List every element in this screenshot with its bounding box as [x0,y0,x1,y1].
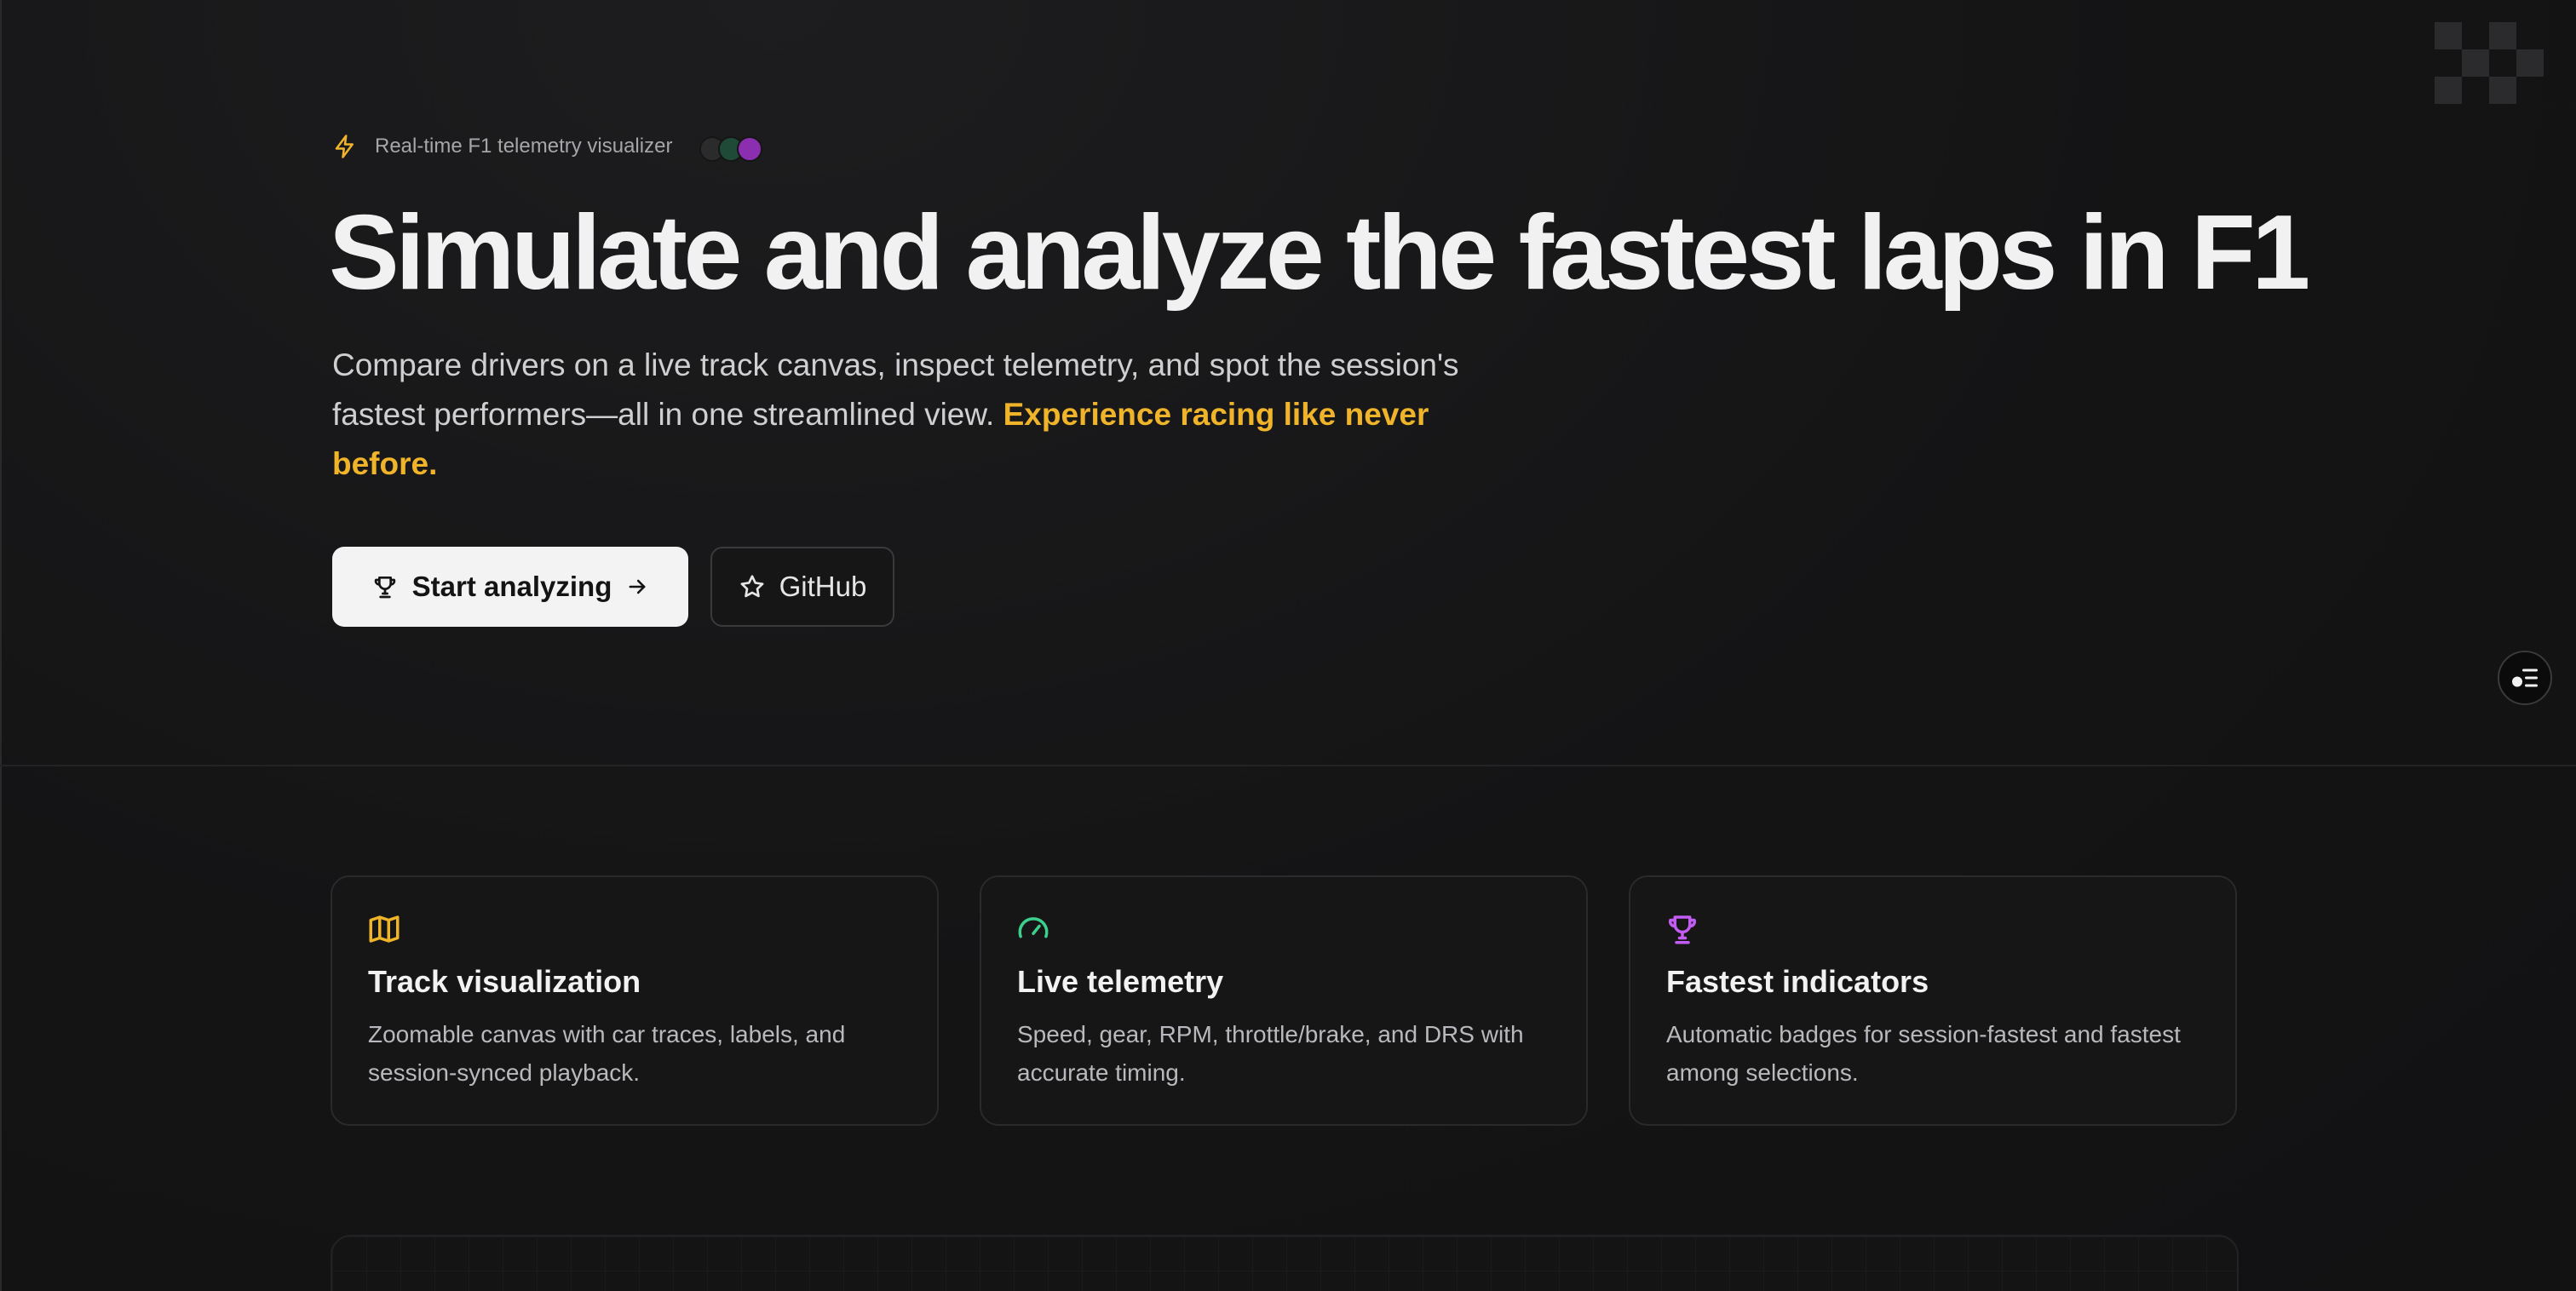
feature-card-fastest-indicators: Fastest indicators Automatic badges for … [1629,875,2237,1126]
github-label: GitHub [779,571,867,602]
team-color-dots [699,133,768,162]
feature-description: Zoomable canvas with car traces, labels,… [368,1021,846,1086]
list-settings-icon [2512,668,2538,687]
start-analyzing-label: Start analyzing [411,571,612,602]
github-button[interactable]: GitHub [710,547,894,627]
feature-card-track-visualization: Track visualization Zoomable canvas with… [331,875,939,1126]
eyebrow-text: Real-time F1 telemetry visualizer [375,135,673,158]
gauge-icon [1015,911,1051,947]
page-title: Simulate and analyze the fastest laps in… [329,194,2310,312]
lightning-icon [331,132,359,161]
floating-menu-button[interactable] [2498,651,2552,705]
feature-title: Fastest indicators [1666,964,1929,999]
star-icon [739,573,766,600]
hero-section: Real-time F1 telemetry visualizer Simula… [0,0,2576,766]
feature-title: Live telemetry [1017,964,1224,999]
eyebrow-badge: Real-time F1 telemetry visualizer [331,129,768,164]
color-dot [737,136,763,162]
map-icon [366,911,402,947]
feature-description: Speed, gear, RPM, throttle/brake, and DR… [1017,1021,1524,1086]
trophy-icon [371,573,399,600]
feature-card-live-telemetry: Live telemetry Speed, gear, RPM, throttl… [980,875,1588,1126]
trophy-icon [1665,911,1700,947]
hero-description: Compare drivers on a live track canvas, … [332,341,1491,489]
start-analyzing-button[interactable]: Start analyzing [332,547,688,627]
feature-description: Automatic badges for session-fastest and… [1666,1021,2181,1086]
track-canvas-preview-panel [331,1235,2239,1291]
landing-page: Real-time F1 telemetry visualizer Simula… [0,0,2576,1291]
arrow-right-icon [625,575,649,599]
feature-title: Track visualization [368,964,641,999]
